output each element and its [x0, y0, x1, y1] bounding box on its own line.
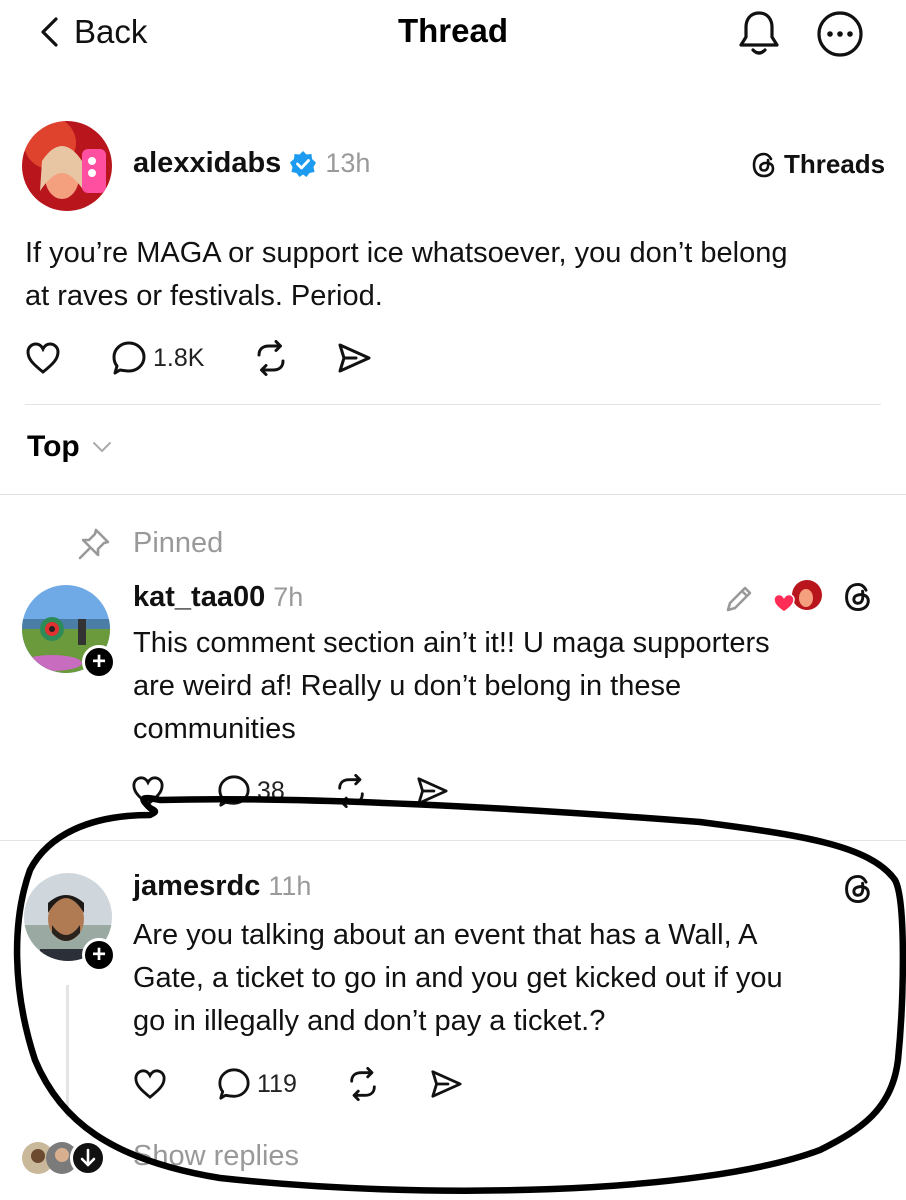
threads-label: Threads [784, 149, 886, 179]
post-text: If you’re MAGA or support ice whatsoever… [25, 232, 885, 318]
reply-count: 38 [257, 776, 285, 805]
comment-icon[interactable] [217, 1067, 251, 1101]
reply-actions: 119 [133, 1067, 463, 1101]
share-icon[interactable] [415, 775, 449, 807]
reply-time: 11h [268, 871, 312, 901]
post-time: 13h [325, 148, 371, 178]
reply-text-line: Are you talking about an event that has … [133, 919, 758, 951]
expand-replies-button[interactable] [70, 1140, 106, 1176]
follow-plus-button[interactable]: + [82, 938, 116, 972]
divider [0, 494, 906, 495]
heart-reaction-icon [773, 593, 795, 613]
reply-text-line: are weird af! Really u don’t belong in t… [133, 670, 682, 702]
threads-source[interactable]: Threads [750, 149, 885, 180]
post-text-line: at raves or festivals. Period. [25, 280, 383, 312]
share-icon[interactable] [336, 341, 372, 375]
verified-icon [290, 150, 317, 177]
reply-username[interactable]: jamesrdc [133, 870, 260, 903]
more-icon[interactable] [816, 10, 864, 58]
reply-text: Are you talking about an event that has … [133, 914, 893, 1043]
author-avatar [792, 580, 822, 610]
heart-icon[interactable] [131, 775, 165, 807]
replier-avatars [22, 1140, 114, 1176]
reply-count: 1.8K [153, 343, 205, 372]
reply-actions: 38 [131, 774, 449, 808]
threads-logo-icon [752, 152, 775, 177]
avatar[interactable] [22, 121, 112, 211]
bell-icon[interactable] [736, 8, 782, 58]
reply-count: 119 [257, 1069, 297, 1098]
reply-text-line: This comment section ain’t it!! U maga s… [133, 627, 770, 659]
arrow-down-icon [80, 1148, 96, 1167]
threads-logo-icon[interactable] [842, 580, 874, 614]
author-liked-indicator [772, 580, 822, 616]
pinned-label: Pinned [133, 527, 224, 559]
heart-icon[interactable] [25, 341, 61, 375]
reply-text-line: go in illegally and don’t pay a ticket.? [133, 1005, 606, 1037]
thread-line [66, 985, 69, 1117]
sort-label: Top [27, 430, 80, 463]
repost-icon[interactable] [333, 774, 369, 808]
repost-icon[interactable] [345, 1067, 381, 1101]
post-text-line: If you’re MAGA or support ice whatsoever… [25, 237, 788, 269]
follow-plus-button[interactable]: + [82, 645, 116, 679]
comment-icon[interactable] [217, 774, 251, 808]
pin-icon [78, 528, 110, 560]
reply-text: This comment section ain’t it!! U maga s… [133, 622, 893, 751]
reply-text-line: communities [133, 713, 296, 745]
pencil-icon[interactable] [722, 582, 756, 616]
reply-time: 7h [273, 582, 304, 612]
chevron-down-icon [92, 442, 111, 453]
divider [0, 840, 906, 841]
reply-username[interactable]: kat_taa00 [133, 581, 265, 614]
divider [25, 404, 881, 405]
share-icon[interactable] [429, 1068, 463, 1100]
reply-text-line: Gate, a ticket to go in and you get kick… [133, 962, 783, 994]
post-actions: 1.8K [25, 340, 372, 376]
heart-icon[interactable] [133, 1068, 167, 1100]
sort-dropdown[interactable]: Top [27, 430, 112, 464]
comment-icon[interactable] [111, 340, 147, 376]
post-username[interactable]: alexxidabs [133, 147, 281, 180]
threads-logo-icon[interactable] [842, 872, 874, 906]
repost-icon[interactable] [252, 340, 290, 376]
show-replies-link[interactable]: Show replies [133, 1140, 299, 1173]
